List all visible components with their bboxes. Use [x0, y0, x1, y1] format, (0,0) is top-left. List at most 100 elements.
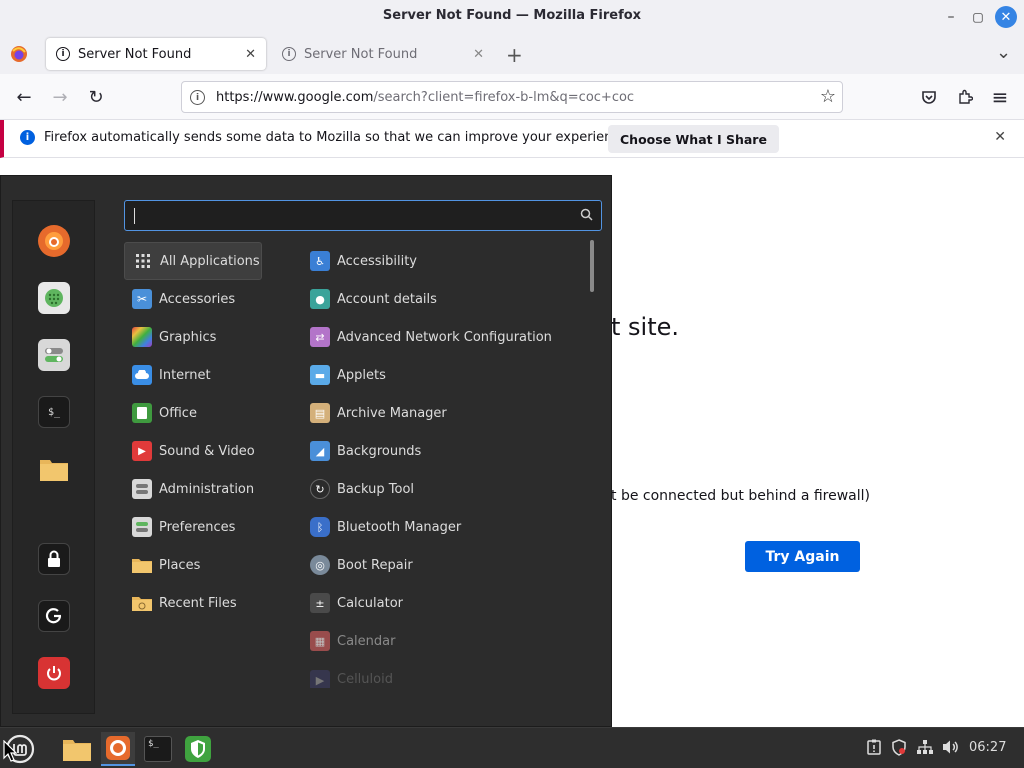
category-preferences[interactable]: Preferences: [124, 508, 262, 546]
extensions-icon[interactable]: [952, 84, 978, 110]
site-info-icon[interactable]: i: [190, 90, 205, 105]
try-again-button[interactable]: Try Again: [745, 541, 860, 572]
new-tab-button[interactable]: +: [506, 43, 523, 67]
timeshift-shield-icon[interactable]: [181, 732, 215, 766]
prefs-icon: [132, 517, 152, 537]
app-account-details[interactable]: ● Account details: [302, 280, 582, 318]
clock[interactable]: 06:27: [969, 740, 1006, 755]
info-icon: i: [56, 47, 70, 61]
search-icon: [580, 208, 593, 221]
firefox-icon[interactable]: [38, 225, 70, 257]
error-tip: t be connected but behind a firewall): [611, 488, 870, 504]
terminal-icon[interactable]: $_: [38, 396, 70, 428]
category-accessories[interactable]: ✂ Accessories: [124, 280, 262, 318]
files-icon[interactable]: [38, 453, 70, 485]
app-boot-repair[interactable]: ◎ Boot Repair: [302, 546, 582, 584]
category-office[interactable]: Office: [124, 394, 262, 432]
app-applets[interactable]: ▬ Applets: [302, 356, 582, 394]
lock-icon[interactable]: [38, 543, 70, 575]
office-icon: [132, 403, 152, 423]
info-icon: i: [282, 47, 296, 61]
terminal-icon[interactable]: $_: [141, 732, 175, 766]
category-administration[interactable]: Administration: [124, 470, 262, 508]
accessibility-icon: ♿: [310, 251, 330, 271]
favorites-panel: $_: [12, 200, 95, 714]
shield-tray-icon[interactable]: [891, 739, 907, 760]
app-label: Archive Manager: [337, 405, 447, 421]
category-label: Internet: [159, 367, 211, 383]
app-label: Accessibility: [337, 253, 417, 269]
reload-button[interactable]: ↻: [83, 84, 109, 110]
url-text[interactable]: https://www.google.com/search?client=fir…: [216, 90, 634, 105]
category-label: Graphics: [159, 329, 217, 345]
app-label: Account details: [337, 291, 437, 307]
account-icon: ●: [310, 289, 330, 309]
network-icon[interactable]: [916, 739, 934, 759]
choose-what-i-share-button[interactable]: Choose What I Share: [608, 125, 779, 153]
tab-close-icon[interactable]: ✕: [245, 47, 256, 62]
pocket-icon[interactable]: [916, 84, 942, 110]
maximize-button[interactable]: ▢: [967, 6, 989, 28]
close-window-button[interactable]: ✕: [995, 6, 1017, 28]
minimize-button[interactable]: –: [940, 6, 962, 28]
app-menu-button[interactable]: ≡: [987, 84, 1013, 110]
firefox-icon[interactable]: [101, 732, 135, 766]
settings-toggle-icon[interactable]: [38, 339, 70, 371]
category-graphics[interactable]: Graphics: [124, 318, 262, 356]
cloud-icon: [132, 365, 152, 385]
menu-search-input[interactable]: [124, 200, 602, 231]
forward-button[interactable]: →: [47, 84, 73, 110]
files-icon[interactable]: [60, 732, 94, 766]
software-manager-icon[interactable]: [38, 282, 70, 314]
notification-message: Firefox automatically sends some data to…: [44, 130, 632, 145]
category-internet[interactable]: Internet: [124, 356, 262, 394]
app-bluetooth-manager[interactable]: ᛒ Bluetooth Manager: [302, 508, 582, 546]
volume-icon[interactable]: [942, 739, 960, 759]
bookmark-star-icon[interactable]: ☆: [820, 86, 836, 107]
firefox-view-icon[interactable]: [10, 45, 28, 63]
celluloid-icon: ▶: [310, 670, 330, 688]
url-bar[interactable]: i https://www.google.com/search?client=f…: [181, 81, 843, 113]
app-label: Backgrounds: [337, 443, 422, 459]
app-backgrounds[interactable]: ◢ Backgrounds: [302, 432, 582, 470]
logout-icon[interactable]: [38, 600, 70, 632]
category-label: All Applications: [160, 253, 260, 269]
tab-server-not-found[interactable]: i Server Not Found ✕: [272, 38, 494, 70]
app-accessibility[interactable]: ♿ Accessibility: [302, 242, 582, 280]
navigation-toolbar: ← → ↻ i https://www.google.com/search?cl…: [0, 74, 1024, 120]
text-caret: [134, 208, 135, 224]
application-menu: $_ All Applications ✂ Accessories Graphi…: [0, 175, 612, 727]
category-label: Places: [159, 557, 201, 573]
app-celluloid[interactable]: ▶ Celluloid: [302, 660, 582, 688]
app-label: Calendar: [337, 633, 396, 649]
app-backup-tool[interactable]: ↻ Backup Tool: [302, 470, 582, 508]
power-icon[interactable]: [38, 657, 70, 689]
category-recent-files[interactable]: Recent Files: [124, 584, 262, 622]
info-icon: i: [20, 130, 35, 145]
category-all-applications[interactable]: All Applications: [124, 242, 262, 280]
update-manager-icon[interactable]: [866, 739, 882, 759]
admin-icon: [132, 479, 152, 499]
category-places[interactable]: Places: [124, 546, 262, 584]
app-calendar[interactable]: ▦ Calendar: [302, 622, 582, 660]
app-archive-manager[interactable]: ▤ Archive Manager: [302, 394, 582, 432]
applets-icon: ▬: [310, 365, 330, 385]
back-button[interactable]: ←: [11, 84, 37, 110]
app-label: Advanced Network Configuration: [337, 329, 552, 345]
palette-icon: [132, 327, 152, 347]
notification-close-icon[interactable]: ✕: [994, 129, 1006, 145]
tab-close-icon[interactable]: ✕: [473, 47, 484, 62]
play-icon: ▶: [132, 441, 152, 461]
menu-scrollbar[interactable]: [590, 240, 594, 292]
category-sound-video[interactable]: ▶ Sound & Video: [124, 432, 262, 470]
network-config-icon: ⇄: [310, 327, 330, 347]
app-calculator[interactable]: ± Calculator: [302, 584, 582, 622]
notification-bar: i Firefox automatically sends some data …: [0, 120, 1024, 158]
tab-server-not-found-active[interactable]: i Server Not Found ✕: [46, 38, 266, 70]
backgrounds-icon: ◢: [310, 441, 330, 461]
backup-icon: ↻: [310, 479, 330, 499]
mouse-cursor-icon: [3, 739, 18, 766]
app-label: Boot Repair: [337, 557, 413, 573]
app-advanced-network-configuration[interactable]: ⇄ Advanced Network Configuration: [302, 318, 582, 356]
list-all-tabs-button[interactable]: ⌄: [996, 42, 1011, 63]
